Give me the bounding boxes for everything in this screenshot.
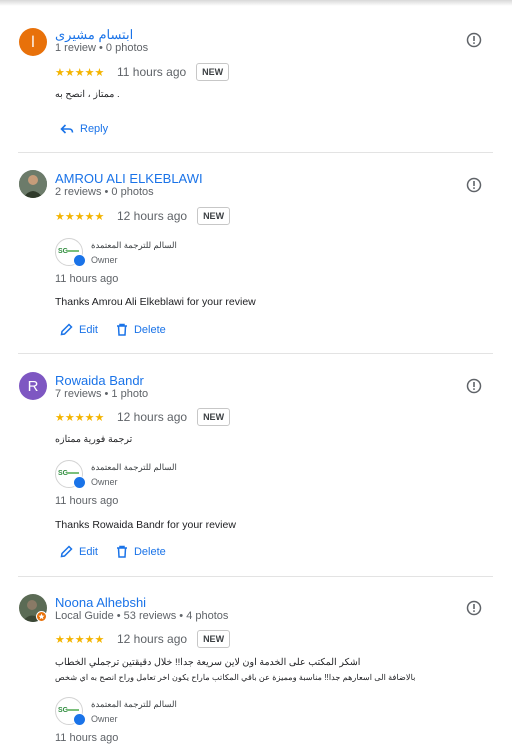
reply-time: 11 hours ago bbox=[55, 495, 119, 507]
local-guide-icon bbox=[36, 611, 47, 622]
logo-bar bbox=[67, 250, 79, 252]
logo-bar bbox=[67, 472, 79, 474]
reply-text: Thanks Amrou Ali Elkeblawi for your revi… bbox=[55, 296, 256, 308]
owner-role: Owner bbox=[91, 255, 118, 265]
owner-role: Owner bbox=[91, 477, 118, 487]
owner-actions: Edit Delete bbox=[60, 323, 184, 336]
star-rating: ★★★★★ bbox=[55, 633, 105, 646]
reviewer-name[interactable]: ابتسام مشيرى bbox=[55, 27, 133, 43]
reviewer-meta: 2 reviews • 0 photos bbox=[55, 186, 154, 198]
reply-icon bbox=[60, 124, 74, 134]
review-time: 12 hours ago bbox=[117, 632, 188, 646]
owner-role: Owner bbox=[91, 714, 118, 724]
review-time: 12 hours ago bbox=[117, 410, 188, 424]
review-text: بالاضافة الى اسعارهم جدا!! مناسبة ومميزة… bbox=[55, 673, 416, 682]
report-icon[interactable] bbox=[466, 32, 482, 48]
divider bbox=[18, 353, 493, 354]
reply-label: Reply bbox=[80, 123, 109, 135]
avatar-letter: ا bbox=[30, 34, 36, 51]
reviewer-name[interactable]: Rowaida Bandr bbox=[55, 373, 144, 388]
delete-icon bbox=[116, 323, 127, 336]
owner-name: السالم للترجمة المعتمدة bbox=[91, 462, 177, 472]
avatar[interactable]: ا bbox=[19, 28, 47, 56]
star-rating: ★★★★★ bbox=[55, 66, 105, 79]
reply-time: 11 hours ago bbox=[55, 732, 119, 744]
edit-label: Edit bbox=[79, 323, 98, 336]
edit-label: Edit bbox=[79, 545, 98, 558]
avatar[interactable] bbox=[19, 170, 47, 198]
reply-button[interactable]: Reply bbox=[60, 122, 108, 136]
owner-name: السالم للترجمة المعتمدة bbox=[91, 240, 177, 250]
review-text: ترجمة فورية ممتازه bbox=[55, 434, 133, 445]
edit-button[interactable]: Edit bbox=[60, 545, 98, 558]
review-time: 12 hours ago bbox=[117, 209, 188, 223]
delete-label: Delete bbox=[133, 323, 166, 336]
divider bbox=[18, 576, 493, 577]
rating-row: ★★★★★ 12 hours ago NEW bbox=[55, 630, 231, 648]
owner-logo: SG bbox=[55, 238, 86, 267]
review-text: اشكر المكتب على الخدمة اون لاين سريعة جد… bbox=[55, 657, 361, 668]
delete-button[interactable]: Delete bbox=[116, 323, 166, 336]
divider bbox=[18, 152, 493, 153]
owner-logo: SG bbox=[55, 460, 86, 489]
verified-icon bbox=[73, 476, 86, 489]
edit-icon bbox=[60, 545, 73, 558]
top-shadow bbox=[0, 0, 512, 6]
new-badge: NEW bbox=[196, 63, 230, 81]
review-text: ممتاز ، انصح به . bbox=[55, 89, 120, 100]
verified-icon bbox=[73, 254, 86, 267]
rating-row: ★★★★★ 12 hours ago NEW bbox=[55, 408, 231, 426]
delete-icon bbox=[116, 545, 127, 558]
avatar[interactable]: R bbox=[19, 372, 47, 400]
reviewer-name[interactable]: AMROU ALI ELKEBLAWI bbox=[55, 171, 203, 186]
review-time: 11 hours ago bbox=[117, 65, 187, 79]
verified-icon bbox=[73, 713, 86, 726]
reviewer-meta: 7 reviews • 1 photo bbox=[55, 388, 149, 400]
star-rating: ★★★★★ bbox=[55, 411, 105, 424]
owner-name: السالم للترجمة المعتمدة bbox=[91, 699, 177, 709]
delete-label: Delete bbox=[133, 545, 166, 558]
report-icon[interactable] bbox=[466, 600, 482, 616]
star-rating: ★★★★★ bbox=[55, 210, 105, 223]
review-actions: Reply bbox=[60, 122, 126, 136]
reviewer-name[interactable]: Noona Alhebshi bbox=[55, 595, 146, 610]
new-badge: NEW bbox=[197, 207, 231, 225]
avatar-letter: R bbox=[27, 377, 39, 395]
rating-row: ★★★★★ 11 hours ago NEW bbox=[55, 63, 230, 81]
report-icon[interactable] bbox=[466, 177, 482, 193]
logo-bar bbox=[67, 709, 79, 711]
delete-button[interactable]: Delete bbox=[116, 545, 166, 558]
new-badge: NEW bbox=[197, 408, 231, 426]
report-icon[interactable] bbox=[466, 378, 482, 394]
reply-text: Thanks Rowaida Bandr for your review bbox=[55, 519, 236, 531]
reply-time: 11 hours ago bbox=[55, 273, 119, 285]
owner-actions: Edit Delete bbox=[60, 545, 184, 558]
owner-logo: SG bbox=[55, 697, 86, 726]
edit-button[interactable]: Edit bbox=[60, 323, 98, 336]
reviewer-meta: 1 review • 0 photos bbox=[55, 42, 149, 54]
edit-icon bbox=[60, 323, 73, 336]
reviewer-meta: Local Guide • 53 reviews • 4 photos bbox=[55, 610, 229, 622]
rating-row: ★★★★★ 12 hours ago NEW bbox=[55, 207, 231, 225]
person-photo-icon bbox=[19, 170, 47, 198]
new-badge: NEW bbox=[197, 630, 231, 648]
